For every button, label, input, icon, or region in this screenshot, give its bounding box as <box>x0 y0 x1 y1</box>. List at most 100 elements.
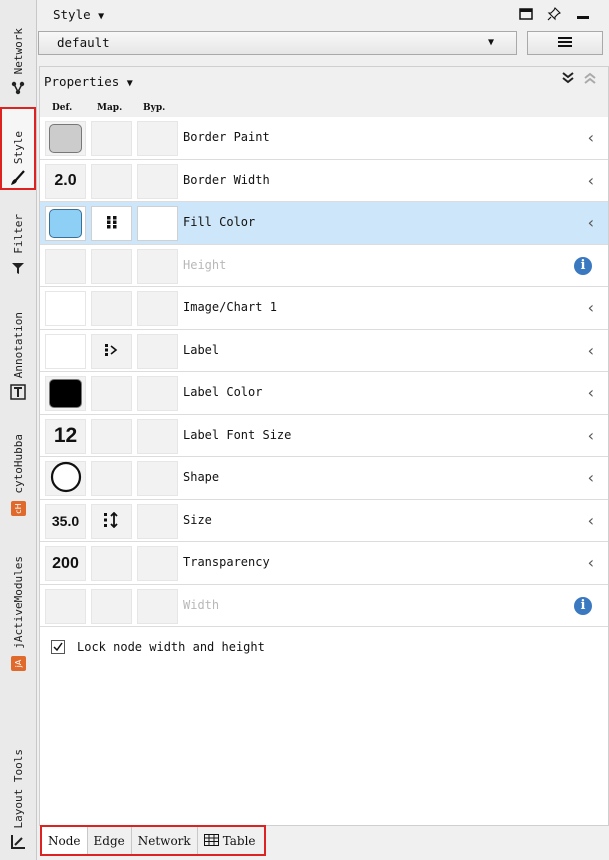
chevron-left-icon[interactable]: ‹ <box>588 298 594 317</box>
bypass-cell[interactable] <box>137 503 178 539</box>
chevron-left-icon[interactable]: ‹ <box>588 213 594 232</box>
bypass-cell[interactable] <box>137 376 178 411</box>
property-row-border-paint[interactable]: Border Paint ‹ <box>40 117 608 160</box>
default-value-cell[interactable] <box>45 461 86 496</box>
default-value-cell[interactable]: 35.0 <box>45 503 86 539</box>
info-icon[interactable]: i <box>574 256 592 275</box>
tab-label: Node <box>48 834 81 848</box>
sidebar-tab-jactivemodules[interactable]: jA jActiveModules <box>2 535 34 673</box>
tab-label: Network <box>137 834 191 848</box>
property-row-height: Height i <box>40 244 608 287</box>
float-window-icon[interactable] <box>518 6 534 22</box>
style-options-button[interactable] <box>527 31 603 55</box>
bypass-cell[interactable] <box>137 206 178 241</box>
sidebar-tab-network[interactable]: Network <box>2 2 34 98</box>
sidebar-tab-filter[interactable]: Filter <box>2 198 34 278</box>
property-label: Size <box>183 512 212 527</box>
properties-panel: Properties ▼ Def. Map. Byp. Border Paint… <box>39 66 609 826</box>
expand-all-icon[interactable] <box>584 72 596 88</box>
cytohubba-icon: cH <box>10 500 26 516</box>
brush-icon <box>10 170 26 186</box>
mapping-cell[interactable] <box>91 121 132 156</box>
filter-icon <box>10 260 26 276</box>
border-paint-swatch <box>49 124 82 153</box>
chevron-left-icon[interactable]: ‹ <box>588 553 594 572</box>
property-row-label-font-size[interactable]: 12 Label Font Size ‹ <box>40 414 608 457</box>
bypass-cell[interactable] <box>137 291 178 326</box>
chevron-left-icon[interactable]: ‹ <box>588 171 594 190</box>
mapping-cell[interactable] <box>91 206 132 241</box>
side-tab-strip: Network Style Filter Annotation cH cytoH… <box>0 0 37 860</box>
lock-size-checkbox[interactable] <box>51 640 65 654</box>
property-label: Width <box>183 597 220 612</box>
panel-title-menu[interactable]: Style ▼ <box>53 7 104 22</box>
chevron-left-icon[interactable]: ‹ <box>588 426 594 445</box>
default-value-cell[interactable] <box>45 376 86 411</box>
sidebar-tab-label: Annotation <box>11 311 25 378</box>
property-label: Transparency <box>183 555 270 569</box>
mapping-cell[interactable] <box>91 503 132 539</box>
bypass-cell[interactable] <box>137 461 178 496</box>
property-label: Height <box>183 257 227 272</box>
passthrough-mapping-icon <box>104 343 120 360</box>
sidebar-tab-layout-tools[interactable]: Layout Tools <box>2 720 34 852</box>
property-row-transparency[interactable]: 200 Transparency ‹ <box>40 542 608 585</box>
property-label: Label Color <box>183 385 263 399</box>
mapping-cell[interactable] <box>91 163 132 199</box>
property-label: Border Width <box>183 172 270 187</box>
mapping-cell[interactable] <box>91 333 132 369</box>
chevron-left-icon[interactable]: ‹ <box>588 341 594 360</box>
mapping-cell[interactable] <box>91 291 132 326</box>
style-select[interactable]: default ▼ <box>38 31 517 55</box>
default-value-cell[interactable]: 12 <box>45 418 86 454</box>
bypass-cell[interactable] <box>137 333 178 369</box>
default-value-cell[interactable] <box>45 291 86 326</box>
info-icon[interactable]: i <box>574 596 592 615</box>
bypass-cell[interactable] <box>137 121 178 156</box>
sidebar-tab-style[interactable]: Style <box>0 107 36 190</box>
mapping-cell[interactable] <box>91 418 132 454</box>
property-row-shape[interactable]: Shape ‹ <box>40 457 608 500</box>
property-row-size[interactable]: 35.0 Size ‹ <box>40 499 608 542</box>
tab-node[interactable]: Node <box>42 827 88 854</box>
mapping-cell[interactable] <box>91 546 132 581</box>
chevron-left-icon[interactable]: ‹ <box>588 468 594 487</box>
default-value-cell[interactable] <box>45 206 86 241</box>
tab-edge[interactable]: Edge <box>88 827 132 854</box>
bypass-cell[interactable] <box>137 546 178 581</box>
property-row-label-color[interactable]: Label Color ‹ <box>40 372 608 415</box>
tab-network[interactable]: Network <box>132 827 198 854</box>
column-map-header: Map. <box>97 103 123 113</box>
mapping-cell[interactable] <box>91 461 132 496</box>
layout-tools-icon <box>10 834 26 850</box>
label-color-swatch <box>49 379 82 408</box>
default-value: 2.0 <box>54 172 77 189</box>
properties-menu[interactable]: Properties ▼ <box>44 74 133 89</box>
default-value-cell[interactable] <box>45 333 86 369</box>
collapse-all-icon[interactable] <box>562 72 574 88</box>
default-value-cell <box>45 248 86 284</box>
chevron-left-icon[interactable]: ‹ <box>588 511 594 530</box>
minimize-icon[interactable] <box>575 6 591 22</box>
chevron-left-icon[interactable]: ‹ <box>588 128 594 147</box>
bypass-cell[interactable] <box>137 418 178 454</box>
mapping-cell <box>91 588 132 624</box>
property-row-border-width[interactable]: 2.0 Border Width ‹ <box>40 159 608 202</box>
chevron-left-icon[interactable]: ‹ <box>588 383 594 402</box>
property-row-width: Width i <box>40 584 608 627</box>
pin-icon[interactable] <box>546 6 562 22</box>
bypass-cell[interactable] <box>137 163 178 199</box>
tab-table[interactable]: Table <box>198 827 262 854</box>
property-row-fill-color[interactable]: Fill Color ‹ <box>40 202 608 245</box>
default-value: 35.0 <box>51 513 80 529</box>
default-value-cell[interactable]: 200 <box>45 546 86 581</box>
property-row-label[interactable]: Label ‹ <box>40 329 608 372</box>
mapping-cell[interactable] <box>91 376 132 411</box>
property-rows: Border Paint ‹ 2.0 Border Width ‹ Fill C… <box>40 117 608 667</box>
sidebar-tab-cytohubba[interactable]: cH cytoHubba <box>2 418 34 518</box>
sidebar-tab-annotation[interactable]: Annotation <box>2 290 34 402</box>
property-label: Image/Chart 1 <box>183 300 277 314</box>
property-row-image-chart[interactable]: Image/Chart 1 ‹ <box>40 287 608 330</box>
default-value-cell[interactable] <box>45 121 86 156</box>
default-value-cell[interactable]: 2.0 <box>45 163 86 199</box>
